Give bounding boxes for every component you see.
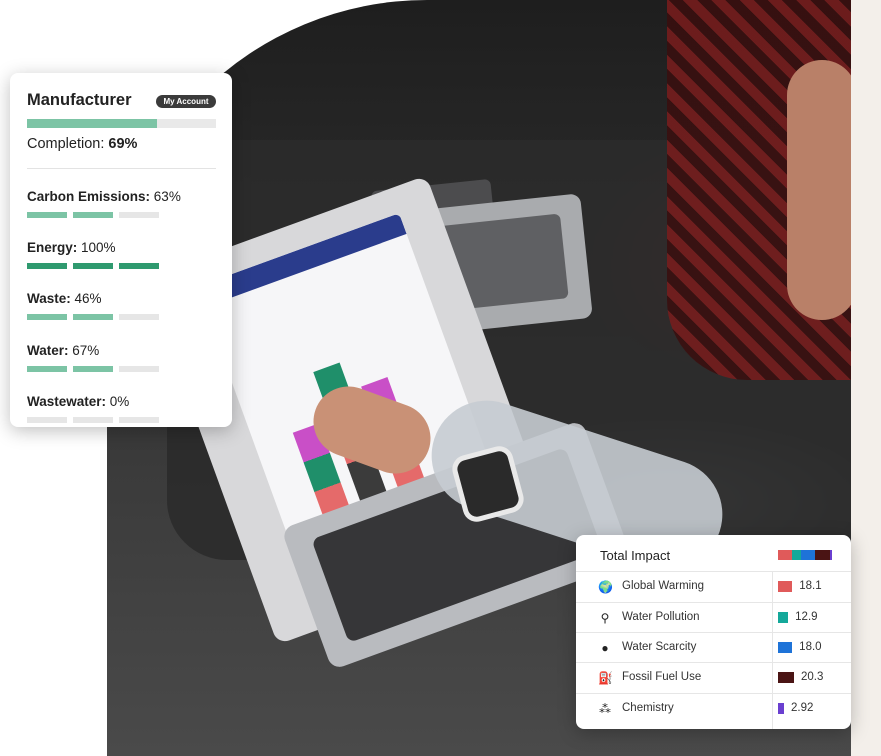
- metric-segment: [73, 212, 113, 218]
- stacked-bar-segment: [801, 550, 815, 560]
- metric-segment: [27, 366, 67, 372]
- water-tap-icon: ⚲: [600, 611, 610, 625]
- fuel-pump-icon: ⛽: [598, 671, 613, 685]
- metric-value: 0%: [109, 394, 130, 409]
- completion-text: Completion: 69%: [27, 136, 137, 152]
- metric-segments: [27, 314, 227, 320]
- impact-swatch: [778, 672, 794, 683]
- total-impact-card: Total Impact 🌍 Global Warming 18.1 ⚲ Wat…: [576, 535, 851, 729]
- impact-value: 20.3: [801, 671, 824, 683]
- metric-segments: [27, 212, 227, 218]
- impact-value: 2.92: [791, 702, 814, 714]
- metric-value: 100%: [81, 240, 116, 255]
- globe-icon: 🌍: [598, 580, 613, 594]
- stacked-bar-segment: [791, 550, 802, 560]
- manufacturer-card: Manufacturer My Account Completion: 69% …: [10, 73, 232, 427]
- impact-label: Chemistry: [622, 702, 674, 714]
- metric-segment: [27, 417, 67, 423]
- stacked-bar-segment: [778, 550, 792, 560]
- impact-label: Water Pollution: [622, 611, 700, 623]
- metric-segments: [27, 417, 227, 423]
- metric-wastewater: Wastewater: 0%: [27, 394, 227, 423]
- metric-segment: [119, 417, 159, 423]
- metric-segment: [119, 314, 159, 320]
- metric-value: 63%: [153, 189, 181, 204]
- stacked-bar-segment: [814, 550, 830, 560]
- metric-segments: [27, 366, 227, 372]
- metric-segment: [119, 212, 159, 218]
- metric-label: Waste:: [27, 291, 71, 306]
- metric-value: 46%: [74, 291, 102, 306]
- impact-row-chemistry: ⁂ Chemistry 2.92: [576, 693, 851, 724]
- impact-row-water-pollution: ⚲ Water Pollution 12.9: [576, 602, 851, 633]
- impact-row-global-warming: 🌍 Global Warming 18.1: [576, 571, 851, 602]
- molecule-icon: ⁂: [599, 702, 611, 716]
- photo-person-face: [787, 60, 851, 320]
- metric-waste: Waste: 46%: [27, 291, 227, 320]
- impact-swatch: [778, 581, 793, 592]
- metric-segment: [27, 314, 67, 320]
- completion-label: Completion:: [27, 136, 105, 152]
- metric-segment: [27, 212, 67, 218]
- completion-progress-fill: [27, 119, 158, 128]
- impact-swatch: [778, 612, 789, 623]
- impact-row-water-scarcity: ● Water Scarcity 18.0: [576, 632, 851, 663]
- stacked-bar-segment: [829, 550, 832, 560]
- metric-label: Wastewater:: [27, 394, 107, 409]
- total-impact-title: Total Impact: [600, 548, 671, 563]
- completion-progress-bar: [27, 119, 216, 128]
- metric-segment: [27, 263, 67, 269]
- impact-value: 12.9: [795, 611, 818, 623]
- completion-value: 69%: [108, 136, 138, 152]
- manufacturer-title: Manufacturer: [27, 91, 132, 109]
- impact-row-fossil-fuel-use: ⛽ Fossil Fuel Use 20.3: [576, 662, 851, 693]
- metric-segment: [119, 366, 159, 372]
- card-divider: [27, 168, 216, 169]
- metric-label: Energy:: [27, 240, 78, 255]
- metric-carbon-emissions: Carbon Emissions: 63%: [27, 189, 227, 218]
- impact-label: Fossil Fuel Use: [622, 671, 702, 683]
- metric-value: 67%: [72, 343, 100, 358]
- metric-segment: [73, 314, 113, 320]
- metric-label: Water:: [27, 343, 69, 358]
- impact-value: 18.1: [799, 580, 822, 592]
- metric-segment: [73, 263, 113, 269]
- impact-label: Water Scarcity: [622, 641, 697, 653]
- water-drop-icon: ●: [601, 641, 609, 655]
- metric-segment: [73, 417, 113, 423]
- my-account-button[interactable]: My Account: [156, 95, 216, 108]
- side-strip: [851, 0, 881, 756]
- metric-water: Water: 67%: [27, 343, 227, 372]
- metric-segment: [73, 366, 113, 372]
- metric-segment: [119, 263, 159, 269]
- impact-swatch: [778, 642, 793, 653]
- metric-segments: [27, 263, 227, 269]
- impact-label: Global Warming: [622, 580, 705, 592]
- impact-swatch: [778, 703, 784, 714]
- total-impact-stacked-bar: [778, 550, 832, 560]
- metric-label: Carbon Emissions:: [27, 189, 151, 204]
- impact-value: 18.0: [799, 641, 822, 653]
- metric-energy: Energy: 100%: [27, 240, 227, 269]
